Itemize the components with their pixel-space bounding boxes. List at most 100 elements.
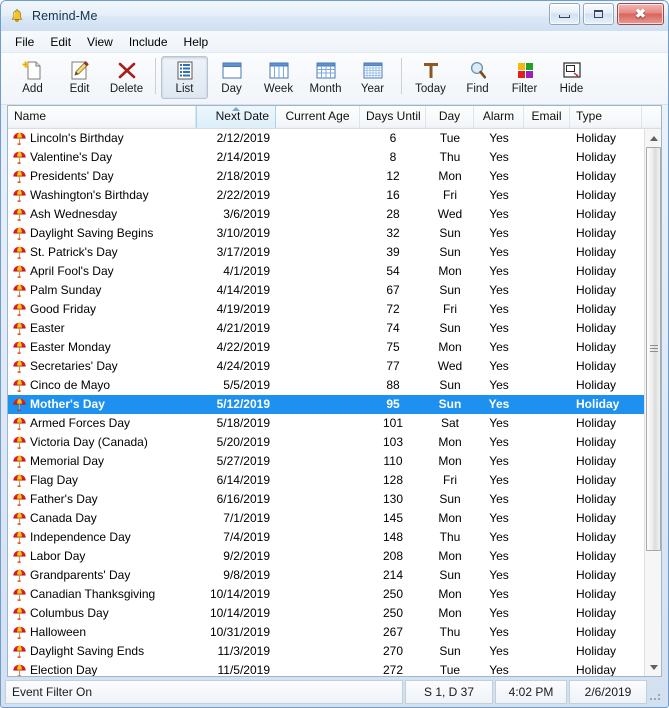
cell-name-label: Memorial Day: [30, 454, 105, 468]
menu-item-help[interactable]: Help: [176, 33, 217, 51]
column-header-type[interactable]: Type: [570, 106, 642, 128]
column-header-day[interactable]: Day: [426, 106, 474, 128]
cell-alarm: Yes: [489, 378, 509, 392]
table-row[interactable]: Lincoln's Birthday 2/12/2019 6 Tue Yes Holida…: [8, 129, 661, 148]
column-header-email[interactable]: Email: [524, 106, 570, 128]
table-row[interactable]: Grandparents' Day 9/8/2019 214 Sun Yes Holida…: [8, 566, 661, 585]
table-row[interactable]: Mother's Day 5/12/2019 95 Sun Yes Holiday: [8, 395, 661, 414]
table-row[interactable]: Secretaries' Day 4/24/2019 77 Wed Yes Holiday: [8, 357, 661, 376]
table-row[interactable]: Halloween 10/31/2019 267 Thu Yes Holiday: [8, 623, 661, 642]
table-row[interactable]: Memorial Day 5/27/2019 110 Mon Yes Holiday: [8, 452, 661, 471]
scrollbar-thumb[interactable]: [646, 147, 661, 551]
table-row[interactable]: Labor Day 9/2/2019 208 Mon Yes Holiday: [8, 547, 661, 566]
title-bar[interactable]: Remind-Me ✖: [1, 1, 668, 31]
list-rows[interactable]: Lincoln's Birthday 2/12/2019 6 Tue Yes Holida…: [8, 129, 661, 676]
table-row[interactable]: Washington's Birthday 2/22/2019 16 Fri Yes Ho…: [8, 186, 661, 205]
table-row[interactable]: Armed Forces Day 5/18/2019 101 Sat Yes Holida…: [8, 414, 661, 433]
cell-day: Mon: [438, 511, 462, 525]
close-button[interactable]: ✖: [617, 3, 664, 25]
vertical-scrollbar[interactable]: [644, 129, 661, 676]
table-row[interactable]: Easter 4/21/2019 74 Sun Yes Holiday: [8, 319, 661, 338]
cell-name-label: Victoria Day (Canada): [30, 435, 148, 449]
cell-day: Sun: [439, 644, 461, 658]
cell-day: Sun: [439, 568, 461, 582]
table-row[interactable]: Easter Monday 4/22/2019 75 Mon Yes Holiday: [8, 338, 661, 357]
table-row[interactable]: Daylight Saving Begins 3/10/2019 32 Sun Yes H…: [8, 224, 661, 243]
week-view-icon: [266, 59, 292, 82]
column-header-filler: [642, 106, 661, 128]
toolbar-button-edit[interactable]: Edit: [56, 56, 103, 99]
table-row[interactable]: Father's Day 6/16/2019 130 Sun Yes Holiday: [8, 490, 661, 509]
table-row[interactable]: Victoria Day (Canada) 5/20/2019 103 Mon Yes H…: [8, 433, 661, 452]
menu-item-view[interactable]: View: [79, 33, 121, 51]
toolbar-button-list[interactable]: List: [161, 56, 208, 99]
column-header-alarm[interactable]: Alarm: [474, 106, 524, 128]
toolbar-button-add[interactable]: Add: [9, 56, 56, 99]
table-row[interactable]: Independence Day 7/4/2019 148 Thu Yes Holiday: [8, 528, 661, 547]
toolbar-button-day[interactable]: Day: [208, 56, 255, 99]
toolbar-label-find: Find: [466, 83, 489, 95]
table-row[interactable]: Columbus Day 10/14/2019 250 Mon Yes Holiday: [8, 604, 661, 623]
maximize-button[interactable]: [583, 3, 614, 25]
magnifier-icon: [465, 59, 491, 82]
column-header-days-until[interactable]: Days Until: [360, 106, 426, 128]
cell-type: Holiday: [576, 511, 617, 525]
table-row[interactable]: Ash Wednesday 3/6/2019 28 Wed Yes Holiday: [8, 205, 661, 224]
menu-item-include[interactable]: Include: [121, 33, 176, 51]
cell-day: Sun: [438, 397, 462, 411]
cell-day: Sun: [439, 321, 461, 335]
toolbar-button-today[interactable]: Today: [407, 56, 454, 99]
toolbar-button-find[interactable]: Find: [454, 56, 501, 99]
toolbar-button-filter[interactable]: Filter: [501, 56, 548, 99]
cell-date: 2/22/2019: [216, 188, 270, 202]
toolbar-button-hide[interactable]: Hide: [548, 56, 595, 99]
cell-day: Tue: [439, 663, 461, 676]
cell-alarm: Yes: [489, 188, 509, 202]
table-row[interactable]: April Fool's Day 4/1/2019 54 Mon Yes Holiday: [8, 262, 661, 281]
cell-name: Labor Day: [8, 547, 196, 566]
scroll-down-button[interactable]: [645, 659, 661, 676]
table-row[interactable]: Election Day 11/5/2019 272 Tue Yes Holiday: [8, 661, 661, 676]
table-row[interactable]: Good Friday 4/19/2019 72 Fri Yes Holiday: [8, 300, 661, 319]
table-row[interactable]: Flag Day 6/14/2019 128 Fri Yes Holiday: [8, 471, 661, 490]
beach-umbrella-icon: [12, 150, 27, 165]
today-t-icon: [418, 59, 444, 82]
toolbar: Add Edit Delete List Day Week Month Year…: [1, 53, 668, 105]
menu-item-edit[interactable]: Edit: [42, 33, 79, 51]
cell-name: Good Friday: [8, 300, 196, 319]
cell-alarm: Yes: [489, 492, 509, 506]
cell-type: Holiday: [576, 397, 620, 411]
cell-name: Easter: [8, 319, 196, 338]
toolbar-button-week[interactable]: Week: [255, 56, 302, 99]
table-row[interactable]: Canadian Thanksgiving 10/14/2019 250 Mon Yes…: [8, 585, 661, 604]
column-header-current-age[interactable]: Current Age: [276, 106, 360, 128]
table-row[interactable]: Palm Sunday 4/14/2019 67 Sun Yes Holiday: [8, 281, 661, 300]
column-header-name[interactable]: Name: [8, 106, 196, 128]
table-row[interactable]: Valentine's Day 2/14/2019 8 Thu Yes Holiday: [8, 148, 661, 167]
cell-alarm: Yes: [489, 340, 509, 354]
menu-item-file[interactable]: File: [7, 33, 42, 51]
beach-umbrella-icon: [12, 397, 27, 412]
cell-alarm: Yes: [489, 131, 509, 145]
toolbar-button-month[interactable]: Month: [302, 56, 349, 99]
cell-name: Armed Forces Day: [8, 414, 196, 433]
toolbar-button-delete[interactable]: Delete: [103, 56, 150, 99]
toolbar-button-year[interactable]: Year: [349, 56, 396, 99]
table-row[interactable]: St. Patrick's Day 3/17/2019 39 Sun Yes Holida…: [8, 243, 661, 262]
table-row[interactable]: Canada Day 7/1/2019 145 Mon Yes Holiday: [8, 509, 661, 528]
scroll-up-button[interactable]: [645, 129, 661, 146]
cell-name-label: Presidents' Day: [30, 169, 114, 183]
cell-date: 5/12/2019: [216, 397, 270, 411]
resize-grip[interactable]: [649, 680, 665, 704]
table-row[interactable]: Cinco de Mayo 5/5/2019 88 Sun Yes Holiday: [8, 376, 661, 395]
cell-alarm: Yes: [489, 207, 509, 221]
cell-type: Holiday: [576, 530, 617, 544]
cell-days: 130: [382, 492, 404, 506]
table-row[interactable]: Daylight Saving Ends 11/3/2019 270 Sun Yes Ho…: [8, 642, 661, 661]
cell-alarm: Yes: [489, 283, 509, 297]
column-header-next-date[interactable]: Next Date: [196, 106, 276, 128]
cell-day: Thu: [439, 150, 461, 164]
table-row[interactable]: Presidents' Day 2/18/2019 12 Mon Yes Holiday: [8, 167, 661, 186]
minimize-button[interactable]: [549, 3, 580, 25]
beach-umbrella-icon: [12, 169, 27, 184]
